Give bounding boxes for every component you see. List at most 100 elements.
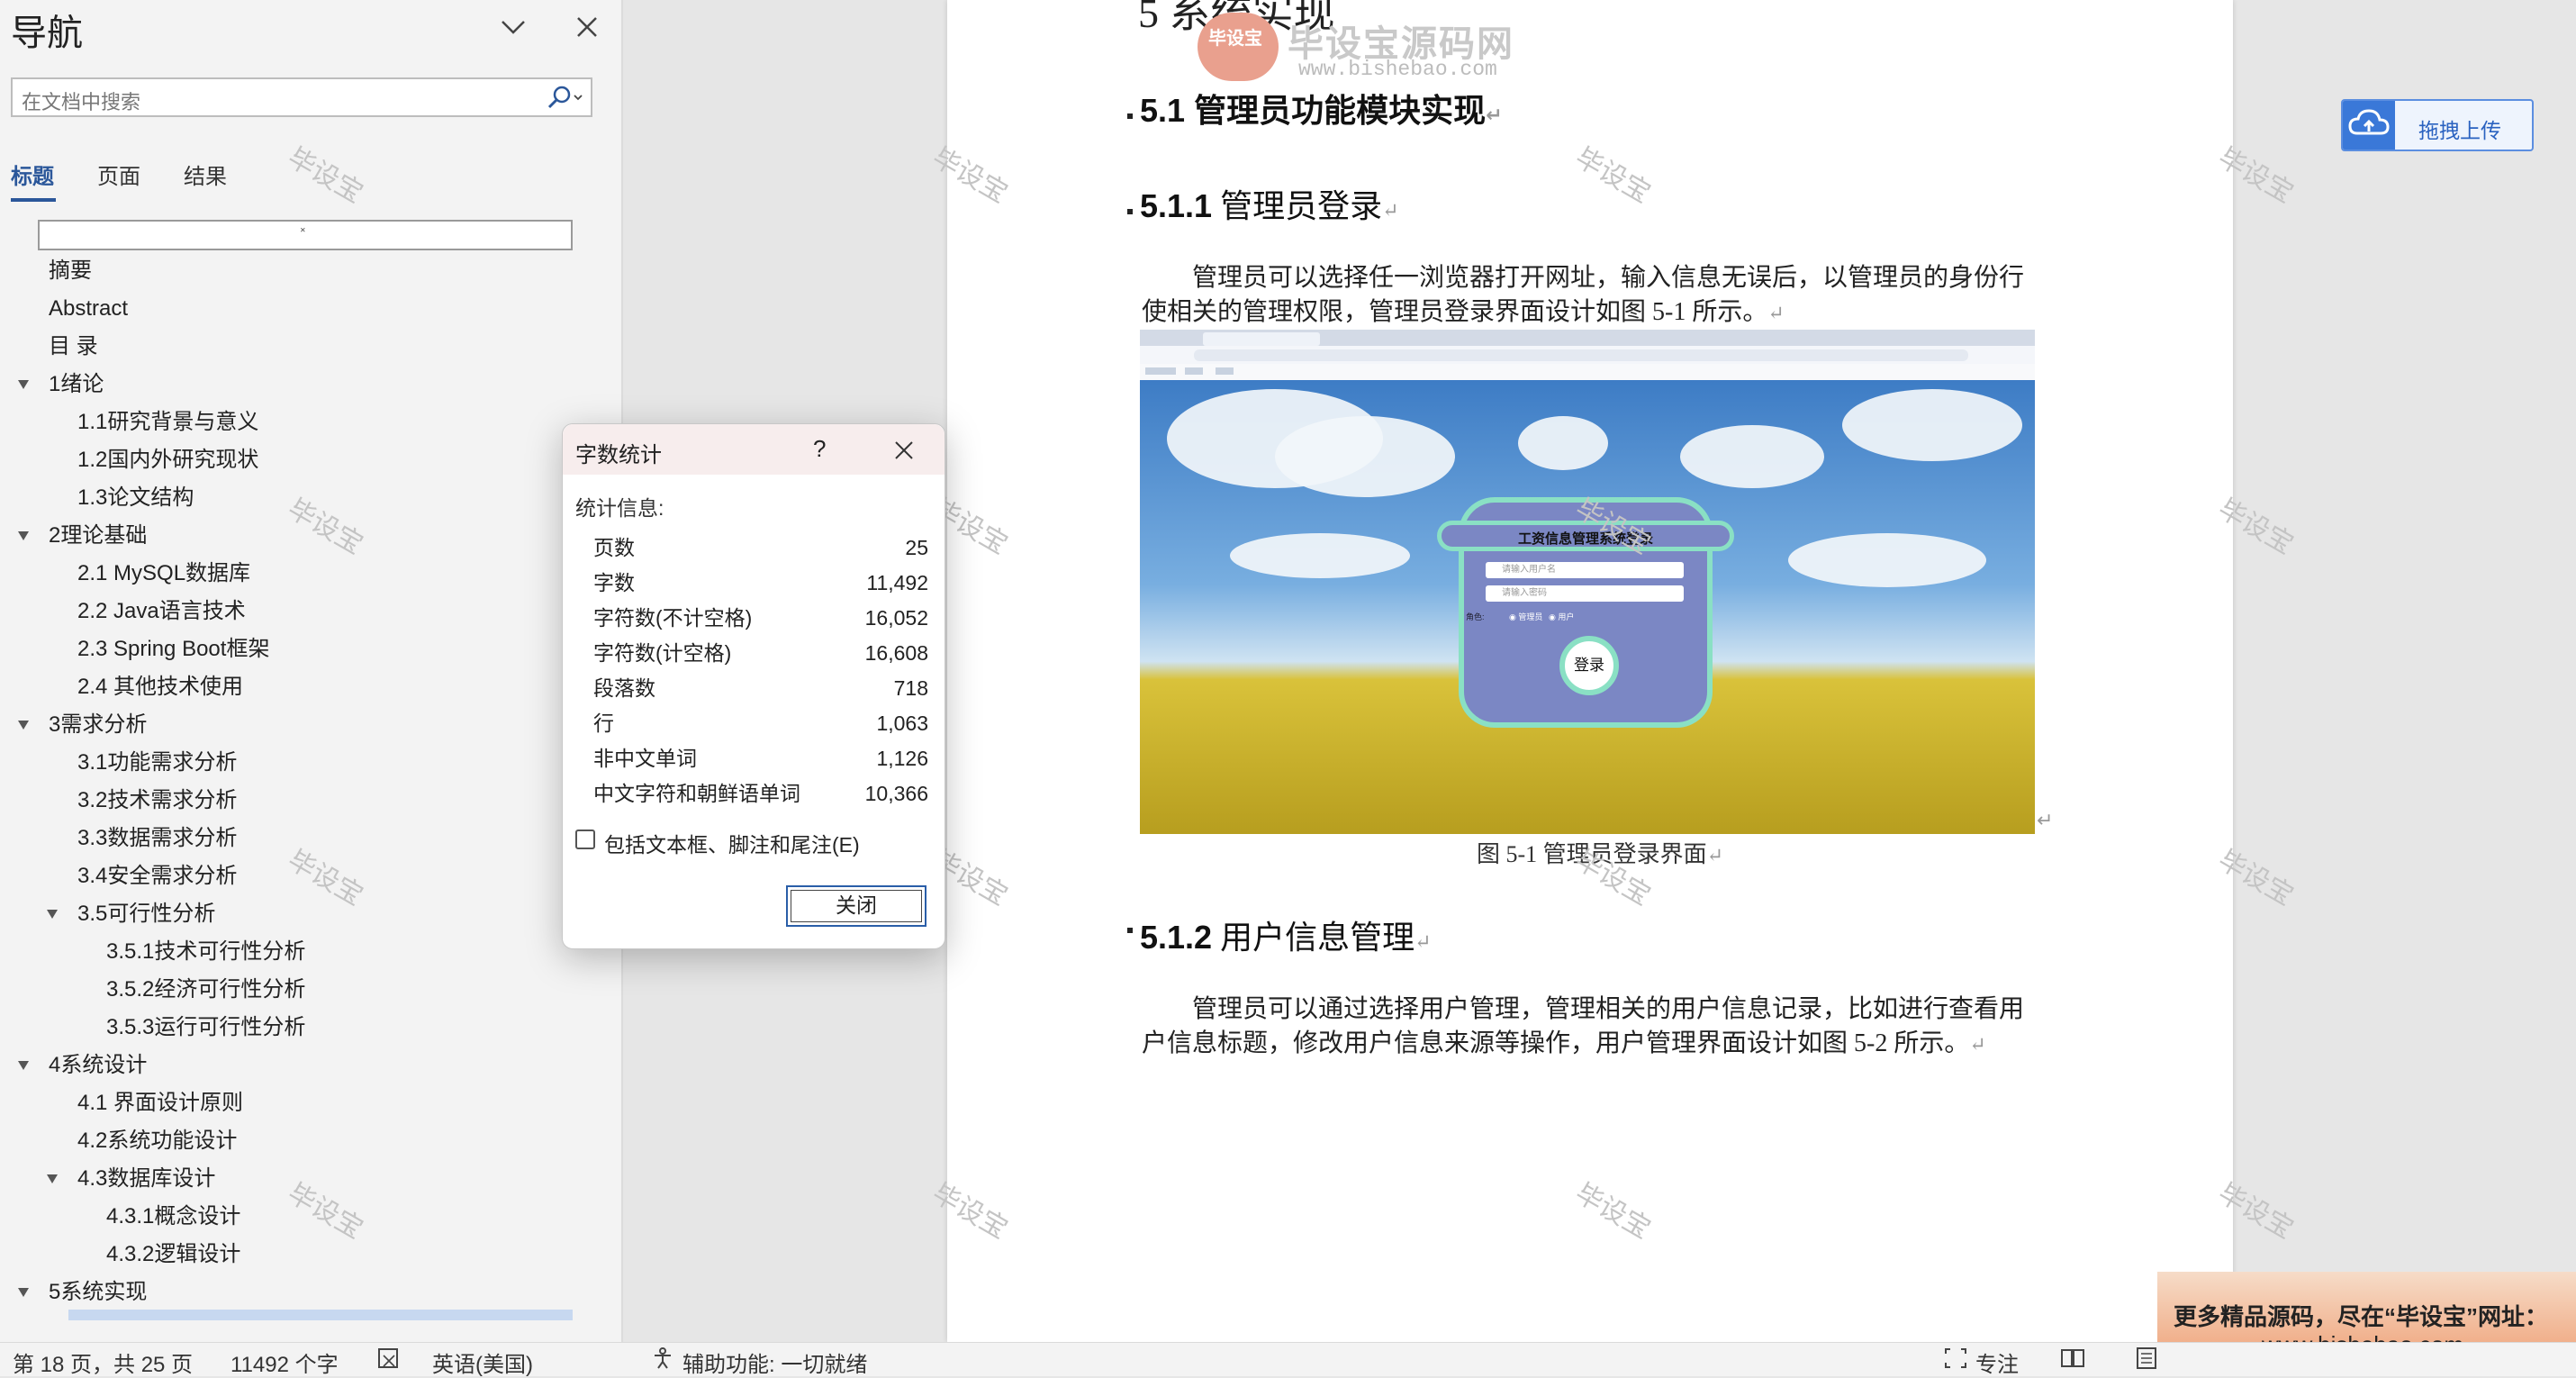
stat-label: 段落数 (593, 676, 655, 700)
expand-arrow-icon[interactable] (47, 1174, 58, 1183)
nav-heading-item[interactable]: 3.2技术需求分析 (77, 782, 237, 820)
nav-heading-item[interactable]: 2.3 Spring Boot框架 (77, 630, 269, 668)
nav-heading-item[interactable]: 5系统实现 (49, 1274, 147, 1311)
stat-label: 字符数(不计空格) (593, 606, 753, 630)
nav-heading-item[interactable]: 3需求分析 (49, 706, 147, 744)
nav-heading-item[interactable]: 摘要 (49, 252, 92, 290)
nav-heading-item[interactable]: 4.2系统功能设计 (77, 1122, 237, 1160)
nav-heading-item[interactable]: 4.3数据库设计 (77, 1160, 215, 1198)
stat-row: 字符数(计空格) 16,608 (593, 636, 928, 671)
heading-5-1-1: 5.1.1 管理员登录↵ (1140, 180, 1399, 227)
role-admin: ◉ 管理员 (1509, 612, 1543, 621)
include-textbox-label[interactable]: 包括文本框、脚注和尾注(E) (604, 828, 860, 858)
stat-row: 行 1,063 (593, 706, 928, 741)
drag-upload-button[interactable]: 拖拽上传 (2341, 99, 2534, 151)
nav-heading-item[interactable]: 4系统设计 (49, 1047, 147, 1084)
stat-row: 页数 25 (593, 530, 928, 566)
nav-heading-item[interactable]: 3.5.1技术可行性分析 (106, 933, 305, 971)
search-input[interactable]: 在文档中搜索 (11, 77, 592, 117)
expand-arrow-icon[interactable] (47, 910, 58, 919)
stat-label: 非中文单词 (593, 747, 697, 770)
expand-arrow-icon[interactable] (18, 1061, 29, 1070)
promo-line-1: 更多精品源码，尽在“毕设宝”网址： (2174, 1303, 2549, 1330)
search-icon[interactable] (542, 84, 583, 113)
heading-collapse-box[interactable]: ˟ (38, 220, 573, 250)
accessibility-status[interactable]: 辅助功能: 一切就绪 (682, 1346, 867, 1378)
navigation-pane: 导航 在文档中搜索 标题 页面 结果 ˟ 摘要 Abstract 目 录 1绪论 1.1… (0, 0, 621, 1342)
heading-text: 管理员功能模块实现 (1194, 92, 1487, 129)
heading-text: 用户信息管理 (1220, 920, 1415, 956)
nav-heading-item[interactable]: 1.1研究背景与意义 (77, 403, 258, 441)
paragraph-mark: ↵ (1486, 104, 1503, 126)
focus-mode[interactable]: 专注 (1975, 1346, 2019, 1378)
chevron-down-icon[interactable] (493, 7, 533, 47)
paragraph-user-management[interactable]: 管理员可以通过选择用户管理，管理相关的用户信息记录，比如进行查看用户信息标题，修… (1142, 993, 2038, 1062)
logo-url: www.bishebao.com (1298, 58, 1497, 81)
stat-row: 非中文单词 1,126 (593, 741, 928, 776)
stat-row: 中文字符和朝鲜语单词 10,366 (593, 776, 928, 811)
nav-heading-item[interactable]: 4.3.2逻辑设计 (106, 1236, 240, 1274)
expand-arrow-icon[interactable] (18, 531, 29, 540)
paragraph-admin-login[interactable]: 管理员可以选择任一浏览器打开网址，输入信息无误后，以管理员的身份行使相关的管理权… (1142, 261, 2038, 331)
nav-heading-item[interactable]: 2.2 Java语言技术 (77, 593, 246, 630)
heading-number: 5.1.2 (1140, 919, 1213, 956)
nav-heading-item[interactable]: Abstract (49, 290, 128, 328)
current-heading-highlight (68, 1310, 573, 1320)
collapse-mark: ˟ (301, 225, 305, 240)
word-count[interactable]: 11492 个字 (230, 1346, 339, 1378)
paragraph-mark: ↵ (1415, 930, 1432, 953)
nav-heading-item[interactable]: 4.3.1概念设计 (106, 1198, 240, 1236)
proofing-icon[interactable] (376, 1346, 402, 1376)
page-count[interactable]: 第 18 页，共 25 页 (13, 1346, 193, 1378)
nav-heading-item[interactable]: 3.4安全需求分析 (77, 857, 237, 895)
tab-headings[interactable]: 标题 (11, 159, 54, 190)
heading-marker (1127, 209, 1133, 214)
nav-heading-item[interactable]: 2.1 MySQL数据库 (77, 555, 250, 593)
stat-value: 25 (905, 536, 928, 559)
print-layout-icon[interactable] (2134, 1346, 2159, 1376)
tab-pages[interactable]: 页面 (97, 159, 140, 190)
nav-heading-item[interactable]: 3.1功能需求分析 (77, 744, 237, 782)
nav-heading-item[interactable]: 目 录 (49, 328, 98, 366)
close-icon[interactable] (890, 437, 917, 464)
stat-row: 段落数 718 (593, 671, 928, 706)
cloud-upload-icon (2343, 101, 2395, 150)
nav-heading-item[interactable]: 1.2国内外研究现状 (77, 441, 258, 479)
paragraph-mark: ↵ (1382, 199, 1399, 222)
heading-5-1-2: 5.1.2 用户信息管理↵ (1140, 911, 1432, 958)
word-count-dialog: 字数统计 ? 统计信息: 包括文本框、脚注和尾注(E) 关闭 页数 25 字数 11,… (562, 423, 945, 949)
expand-arrow-icon[interactable] (18, 1288, 29, 1297)
language-indicator[interactable]: 英语(美国) (432, 1346, 533, 1378)
expand-arrow-icon[interactable] (18, 721, 29, 730)
expand-arrow-icon[interactable] (18, 380, 29, 389)
nav-heading-item[interactable]: 1.3论文结构 (77, 479, 194, 517)
nav-heading-item[interactable]: 3.5可行性分析 (77, 895, 215, 933)
stat-label: 页数 (593, 536, 635, 559)
tab-results[interactable]: 结果 (184, 159, 227, 190)
login-button: 登录 (1559, 636, 1619, 695)
close-icon[interactable] (567, 7, 607, 47)
figure-login-screenshot[interactable]: 工资信息管理系统登录 请输入用户名 请输入密码 角色: ◉ 管理员 ◉ 用户 登… (1140, 330, 2035, 834)
focus-icon[interactable] (1943, 1346, 1968, 1376)
stat-value: 718 (893, 676, 928, 700)
read-mode-icon[interactable] (2060, 1346, 2085, 1376)
role-label: 角色: (1466, 612, 1485, 621)
username-field: 请输入用户名 (1486, 562, 1684, 578)
nav-heading-item[interactable]: 3.5.3运行可行性分析 (106, 1009, 305, 1047)
stat-value: 1,063 (876, 712, 928, 735)
nav-heading-item[interactable]: 2理论基础 (49, 517, 147, 555)
include-textbox-checkbox[interactable] (575, 830, 595, 849)
stat-value: 16,608 (864, 641, 928, 665)
help-button[interactable]: ? (813, 435, 826, 463)
nav-heading-item[interactable]: 1绪论 (49, 366, 104, 403)
stat-label: 中文字符和朝鲜语单词 (593, 782, 800, 805)
nav-heading-item[interactable]: 2.4 其他技术使用 (77, 668, 243, 706)
nav-heading-item[interactable]: 3.3数据需求分析 (77, 820, 237, 857)
nav-heading-item[interactable]: 3.5.2经济可行性分析 (106, 971, 305, 1009)
close-button[interactable]: 关闭 (786, 885, 926, 927)
paragraph-mark: ↵ (1706, 844, 1724, 866)
login-card: 工资信息管理系统登录 请输入用户名 请输入密码 角色: ◉ 管理员 ◉ 用户 登… (1437, 497, 1734, 728)
login-title: 工资信息管理系统登录 (1517, 531, 1653, 547)
nav-heading-item[interactable]: 4.1 界面设计原则 (77, 1084, 243, 1122)
accessibility-icon[interactable] (650, 1346, 675, 1376)
